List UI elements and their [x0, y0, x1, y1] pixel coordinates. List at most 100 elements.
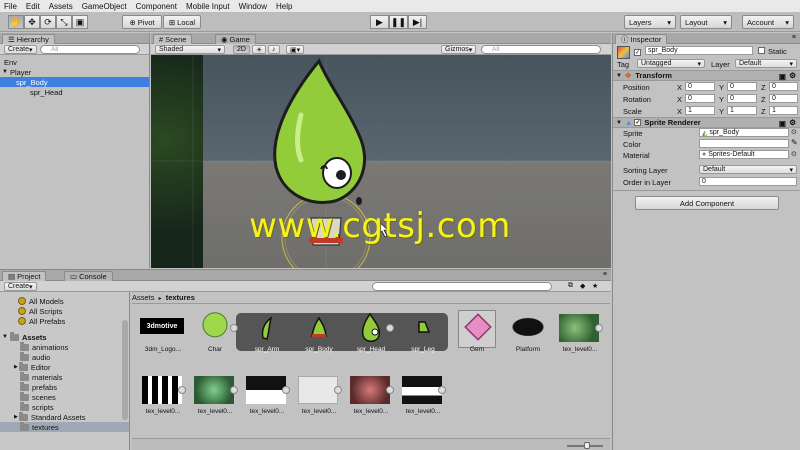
position-x-field[interactable]: 0 — [685, 82, 715, 91]
menu-gameobject[interactable]: GameObject — [82, 2, 127, 11]
tab-project[interactable]: ▤ Project — [2, 271, 47, 281]
pivot-button[interactable]: ⊕ Pivot — [122, 15, 162, 29]
menu-edit[interactable]: Edit — [26, 2, 40, 11]
tab-scene[interactable]: # Scene — [153, 34, 193, 44]
hierarchy-item-spr-head[interactable]: spr_Head — [0, 87, 149, 97]
effects-dropdown-icon[interactable]: ▣▾ — [286, 45, 305, 54]
expand-play-icon[interactable] — [178, 386, 186, 394]
play-icon[interactable]: ▶ — [370, 15, 389, 29]
expand-play-icon[interactable] — [282, 386, 290, 394]
expand-play-icon[interactable] — [230, 386, 238, 394]
folder-animations[interactable]: animations — [0, 341, 129, 352]
project-search-input[interactable] — [372, 282, 552, 291]
hierarchy-create-dropdown[interactable]: Create ▾ — [4, 45, 37, 54]
object-picker-icon[interactable]: ⊙ — [791, 128, 797, 136]
folder-assets[interactable]: ▼ Assets — [0, 331, 129, 342]
step-icon[interactable]: ▶| — [408, 15, 427, 29]
expand-play-icon[interactable] — [386, 386, 394, 394]
tab-inspector[interactable]: ⓘ Inspector — [615, 34, 668, 44]
project-create-dropdown[interactable]: Create ▾ — [4, 282, 37, 291]
menu-mobile-input[interactable]: Mobile Input — [186, 2, 230, 11]
breadcrumb-assets[interactable]: Assets — [132, 293, 155, 302]
expand-play-icon[interactable] — [438, 386, 446, 394]
eyedropper-icon[interactable]: ✎ — [791, 138, 798, 147]
transform-header[interactable]: ▼ ✥ Transform ▣ ⚙ — [613, 70, 800, 81]
add-component-button[interactable]: Add Component — [635, 196, 779, 210]
scale-z-field[interactable]: 1 — [769, 106, 798, 115]
gameobject-name-field[interactable]: spr_Body — [645, 46, 753, 55]
account-dropdown[interactable]: Account ▾ — [742, 15, 794, 29]
folder-materials[interactable]: materials — [0, 371, 129, 382]
sorting-layer-dropdown[interactable]: Default ▾ — [699, 165, 797, 174]
tab-game[interactable]: ◉ Game — [215, 34, 256, 44]
layout-dropdown[interactable]: Layout ▾ — [680, 15, 732, 29]
sprite-renderer-enabled-checkbox[interactable]: ✓ — [634, 119, 642, 126]
material-field[interactable]: ● Sprites-Default — [699, 150, 789, 159]
hierarchy-search-input[interactable]: All — [40, 45, 140, 54]
menu-file[interactable]: File — [4, 2, 17, 11]
panel-menu-icon[interactable]: ≡ — [792, 34, 796, 41]
folder-prefabs[interactable]: prefabs — [0, 381, 129, 392]
menu-help[interactable]: Help — [276, 2, 292, 11]
asset-tex-level-2[interactable]: tex_level0... — [190, 370, 238, 422]
asset-tex-level-green[interactable]: tex_level0... — [555, 308, 603, 360]
scale-y-field[interactable]: 1 — [727, 106, 757, 115]
asset-tex-level-6[interactable]: tex_level0... — [398, 370, 446, 422]
help-icon[interactable]: ▣ — [779, 119, 786, 128]
favorite-star-icon[interactable]: ★ — [592, 282, 598, 290]
favorite-all-scripts[interactable]: All Scripts — [0, 306, 129, 316]
gizmos-dropdown[interactable]: Gizmos ▾ — [441, 45, 477, 54]
hierarchy-item-player[interactable]: ▼ Player — [0, 67, 149, 77]
sprite-field[interactable]: ◭ spr_Body — [699, 128, 789, 137]
asset-char[interactable]: Char — [190, 308, 238, 360]
active-checkbox[interactable]: ✓ — [634, 47, 641, 56]
settings-gear-icon[interactable]: ⚙ — [789, 118, 796, 127]
sprite-renderer-header[interactable]: ▼ ▲ ✓ Sprite Renderer ▣ ⚙ — [613, 117, 800, 128]
position-y-field[interactable]: 0 — [727, 82, 757, 91]
move-tool-icon[interactable]: ✥ — [24, 15, 40, 29]
asset-spr-arm[interactable]: spr_Arm — [242, 308, 290, 360]
folder-standard-assets[interactable]: ▶ Standard Assets — [0, 411, 129, 422]
hierarchy-item-spr-body[interactable]: spr_Body — [0, 77, 149, 87]
expand-play-icon[interactable] — [230, 324, 238, 332]
scale-tool-icon[interactable]: ⤡ — [56, 15, 72, 29]
zoom-slider-thumb[interactable] — [584, 442, 590, 449]
panel-menu-icon[interactable]: ≡ — [603, 271, 607, 278]
rotation-y-field[interactable]: 0 — [727, 94, 757, 103]
object-picker-icon[interactable]: ⊙ — [791, 150, 797, 158]
filter-label-icon[interactable]: ◆ — [580, 282, 585, 290]
folder-audio[interactable]: audio — [0, 351, 129, 362]
asset-tex-level-1[interactable]: tex_level0... — [138, 370, 186, 422]
asset-tex-level-3[interactable]: tex_level0... — [242, 370, 290, 422]
position-z-field[interactable]: 0 — [769, 82, 798, 91]
color-swatch[interactable] — [699, 139, 789, 148]
asset-tex-level-4[interactable]: tex_level0... — [294, 370, 342, 422]
shading-dropdown[interactable]: Shaded ▾ — [155, 45, 225, 54]
rect-tool-icon[interactable]: ▣ — [72, 15, 88, 29]
expand-play-icon[interactable] — [595, 324, 603, 332]
asset-spr-leg[interactable]: spr_Leg — [398, 308, 446, 360]
filter-type-icon[interactable]: ⧉ — [568, 282, 573, 290]
toggle-2d-button[interactable]: 2D — [233, 45, 250, 54]
favorite-all-prefabs[interactable]: All Prefabs — [0, 316, 129, 326]
tree-scrollbar[interactable] — [122, 320, 128, 420]
asset-3dm-logo[interactable]: 3dmotive 3dm_Logo... — [138, 308, 186, 360]
expand-arrow-icon[interactable]: ▼ — [2, 69, 8, 75]
audio-toggle-icon[interactable]: ♪ — [268, 45, 280, 54]
asset-spr-body[interactable]: spr_Body — [294, 308, 342, 360]
favorite-all-models[interactable]: All Models — [0, 296, 129, 306]
local-button[interactable]: ⊞ Local — [163, 15, 201, 29]
layer-dropdown[interactable]: Default ▾ — [735, 59, 797, 68]
order-in-layer-field[interactable]: 0 — [699, 177, 797, 186]
tag-dropdown[interactable]: Untagged ▾ — [637, 59, 705, 68]
rotation-z-field[interactable]: 0 — [769, 94, 798, 103]
menu-assets[interactable]: Assets — [49, 2, 73, 11]
expand-play-icon[interactable] — [334, 386, 342, 394]
help-icon[interactable]: ▣ — [779, 72, 786, 81]
folder-textures[interactable]: textures — [0, 421, 129, 432]
scene-search-input[interactable]: All — [481, 45, 601, 54]
lighting-toggle-icon[interactable]: ☀ — [252, 45, 267, 54]
rotation-x-field[interactable]: 0 — [685, 94, 715, 103]
asset-spr-head[interactable]: spr_Head — [346, 308, 394, 360]
tab-hierarchy[interactable]: ☰ Hierarchy — [2, 34, 55, 44]
